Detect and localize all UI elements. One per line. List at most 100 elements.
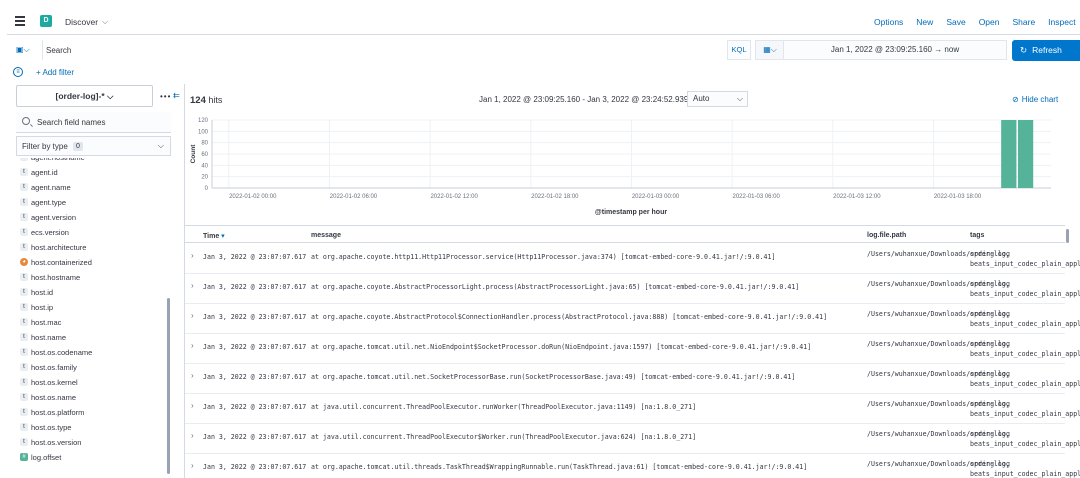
field-item[interactable]: t host.mac <box>16 315 171 330</box>
sort-desc-icon[interactable]: ▾ <box>221 233 225 240</box>
save-link[interactable]: Save <box>946 17 965 27</box>
chevron-down-icon: ⌵ <box>736 94 743 103</box>
string-type-icon: t <box>20 333 28 341</box>
column-header-time[interactable]: Time ▾ <box>203 232 225 240</box>
expand-row-icon[interactable]: › <box>191 461 194 470</box>
row-tags: order-log, beats_input_codec_plain_appli… <box>970 310 1080 328</box>
hide-chart-button[interactable]: ⊘ Hide chart <box>1012 95 1058 104</box>
add-filter-button[interactable]: + Add filter <box>36 68 74 77</box>
column-header-log-file-path[interactable]: log.file.path <box>867 232 906 239</box>
table-row[interactable]: › Jan 3, 2022 @ 23:07:07.617 at java.util.… <box>185 424 1080 454</box>
expand-row-icon[interactable]: › <box>191 371 194 380</box>
table-row[interactable]: › Jan 3, 2022 @ 23:07:07.617 at org.apache… <box>185 274 1080 304</box>
more-options-icon[interactable]: ••• <box>160 92 171 101</box>
field-item[interactable]: t host.id <box>16 285 171 300</box>
expand-row-icon[interactable]: › <box>191 431 194 440</box>
y-tick-label: 120 <box>198 118 209 124</box>
interval-select[interactable]: Auto ⌵ <box>687 91 748 107</box>
row-message: at java.util.concurrent.ThreadPoolExecut… <box>311 403 697 411</box>
chevron-down-icon[interactable]: ⌵ <box>102 17 108 27</box>
column-header-tags[interactable]: tags <box>970 232 984 239</box>
string-type-icon: t <box>20 288 28 296</box>
x-tick-label: 2022-01-02 06:00 <box>330 194 378 200</box>
field-item[interactable]: t agent.version <box>16 210 171 225</box>
chevron-down-icon: ⌵ <box>157 141 164 150</box>
row-tags: order-log, beats_input_codec_plain_appli… <box>970 400 1080 418</box>
filter-by-type-select[interactable]: Filter by type 0 ⌵ <box>16 136 171 156</box>
field-item[interactable]: t host.ip <box>16 300 171 315</box>
field-name: host.os.kernel <box>31 378 78 387</box>
field-search-input[interactable]: Search field names <box>16 112 171 133</box>
x-tick-label: 2022-01-03 18:00 <box>934 194 982 200</box>
expand-row-icon[interactable]: › <box>191 341 194 350</box>
field-item[interactable]: t host.os.codename <box>16 345 171 360</box>
field-item[interactable]: tagent.hostname <box>16 158 171 165</box>
field-item[interactable]: t host.name <box>16 330 171 345</box>
sidebar-scrollbar[interactable] <box>167 298 170 474</box>
field-item[interactable]: t host.os.name <box>16 390 171 405</box>
table-row[interactable]: › Jan 3, 2022 @ 23:07:07.617 at java.util.… <box>185 394 1080 424</box>
top-nav-actions: Options New Save Open Share Inspect <box>874 17 1080 27</box>
index-pattern-select[interactable]: [order-log]-* ⌵ <box>16 85 153 107</box>
field-item[interactable]: ◕ host.containerized <box>16 255 171 270</box>
field-item[interactable]: t host.os.kernel <box>16 375 171 390</box>
expand-row-icon[interactable]: › <box>191 281 194 290</box>
expand-row-icon[interactable]: › <box>191 401 194 410</box>
string-type-icon: t <box>20 228 28 236</box>
expand-row-icon[interactable]: › <box>191 311 194 320</box>
field-item[interactable]: t host.os.platform <box>16 405 171 420</box>
kql-toggle-button[interactable]: KQL <box>727 40 751 60</box>
row-tags: order-log, beats_input_codec_plain_appli… <box>970 460 1080 478</box>
field-name: host.os.platform <box>31 408 85 417</box>
share-link[interactable]: Share <box>1012 17 1035 27</box>
field-item[interactable]: t agent.id <box>16 165 171 180</box>
calendar-icon[interactable]: ▦⌵ <box>755 40 785 60</box>
x-axis-title: @timestamp per hour <box>595 209 667 216</box>
table-row[interactable]: › Jan 3, 2022 @ 23:07:07.617 at org.apache… <box>185 244 1080 274</box>
column-header-message[interactable]: message <box>311 232 341 239</box>
saved-query-icon[interactable]: ▣⌵ <box>16 45 38 55</box>
expand-row-icon[interactable]: › <box>191 251 194 260</box>
space-avatar[interactable]: D <box>40 15 52 27</box>
field-item[interactable]: t agent.type <box>16 195 171 210</box>
column-header-time-label: Time <box>203 233 220 240</box>
app-title[interactable]: Discover <box>65 17 98 27</box>
string-type-icon: t <box>20 273 28 281</box>
field-item[interactable]: t agent.name <box>16 180 171 195</box>
field-item[interactable]: t host.os.type <box>16 420 171 435</box>
row-log-file-path: /Users/wuhanxue/Downloads/spring.log <box>867 280 1010 288</box>
document-table: Time ▾ message log.file.path tags › Jan 3… <box>185 225 1080 478</box>
inspect-link[interactable]: Inspect <box>1048 17 1075 27</box>
filter-count-badge: 0 <box>73 142 83 151</box>
x-tick-label: 2022-01-03 06:00 <box>732 194 780 200</box>
y-tick-label: 0 <box>205 186 209 192</box>
menu-icon[interactable] <box>15 16 25 26</box>
open-link[interactable]: Open <box>979 17 1000 27</box>
table-row[interactable]: › Jan 3, 2022 @ 23:07:07.617 at org.apache… <box>185 304 1080 334</box>
search-input[interactable]: Search <box>42 40 727 60</box>
app-header: D Discover ⌵ Options New Save Open Share… <box>7 9 1080 35</box>
collapse-sidebar-icon[interactable]: ⇇ <box>173 91 180 100</box>
field-item[interactable]: t host.architecture <box>16 240 171 255</box>
row-tags: order-log, beats_input_codec_plain_appli… <box>970 280 1080 298</box>
refresh-icon: ↻ <box>1020 45 1028 55</box>
options-link[interactable]: Options <box>874 17 903 27</box>
new-link[interactable]: New <box>916 17 933 27</box>
date-range-picker[interactable]: Jan 1, 2022 @ 23:09:25.160 → now <box>783 40 1007 60</box>
field-item[interactable]: t host.os.version <box>16 435 171 450</box>
row-log-file-path: /Users/wuhanxue/Downloads/spring.log <box>867 370 1010 378</box>
field-item[interactable]: t host.os.family <box>16 360 171 375</box>
hits-label: hits <box>208 95 223 105</box>
field-item[interactable]: t host.hostname <box>16 270 171 285</box>
filter-options-icon[interactable]: ≡ <box>13 67 23 77</box>
field-item[interactable]: t ecs.version <box>16 225 171 240</box>
query-bar: ▣⌵ Search KQL ▦⌵ Jan 1, 2022 @ 23:09:25.… <box>7 36 1080 64</box>
field-name: agent.type <box>31 198 67 207</box>
table-row[interactable]: › Jan 3, 2022 @ 23:07:07.617 at org.apache… <box>185 334 1080 364</box>
table-row[interactable]: › Jan 3, 2022 @ 23:07:07.617 at org.apache… <box>185 364 1080 394</box>
refresh-button[interactable]: ↻ Refresh <box>1012 40 1080 61</box>
field-item[interactable]: # log.offset <box>16 450 171 465</box>
string-type-icon: t <box>20 158 28 161</box>
table-row[interactable]: › Jan 3, 2022 @ 23:07:07.617 at org.apache… <box>185 454 1080 478</box>
table-scrollbar[interactable] <box>1066 229 1069 243</box>
